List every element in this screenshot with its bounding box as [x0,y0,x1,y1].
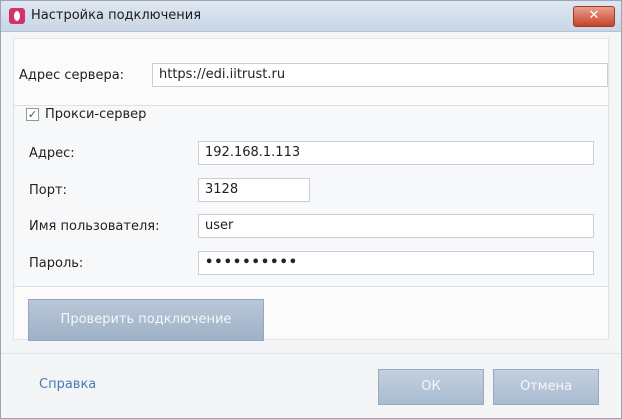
title-bar[interactable]: Настройка подключения ✕ [1,1,621,32]
proxy-address-label: Адрес: [29,146,75,161]
app-icon [9,8,25,24]
help-link[interactable]: Справка [39,377,96,392]
proxy-address-input[interactable]: 192.168.1.113 [198,141,594,165]
proxy-checkbox-label[interactable]: Прокси-сервер [45,107,146,122]
proxy-password-label: Пароль: [29,256,84,271]
ok-button[interactable]: ОК [378,369,484,405]
proxy-user-label: Имя пользователя: [29,219,160,234]
footer-divider [1,353,621,354]
cancel-button[interactable]: Отмена [493,369,599,405]
proxy-port-input[interactable]: 3128 [198,178,310,202]
server-address-input[interactable]: https://edi.iitrust.ru [152,63,608,87]
window-title: Настройка подключения [31,8,202,23]
proxy-port-label: Порт: [29,183,67,198]
close-button[interactable]: ✕ [573,6,615,27]
connection-settings-dialog: Настройка подключения ✕ Адрес сервера: h… [0,0,622,419]
server-address-label: Адрес сервера: [19,68,125,83]
proxy-password-input[interactable]: •••••••••• [198,251,594,275]
proxy-checkbox[interactable]: ✓ [26,108,39,121]
check-connection-button[interactable]: Проверить подключение [28,299,264,341]
checkmark-icon: ✓ [27,108,38,121]
close-icon: ✕ [588,8,600,23]
proxy-user-input[interactable]: user [198,214,594,238]
